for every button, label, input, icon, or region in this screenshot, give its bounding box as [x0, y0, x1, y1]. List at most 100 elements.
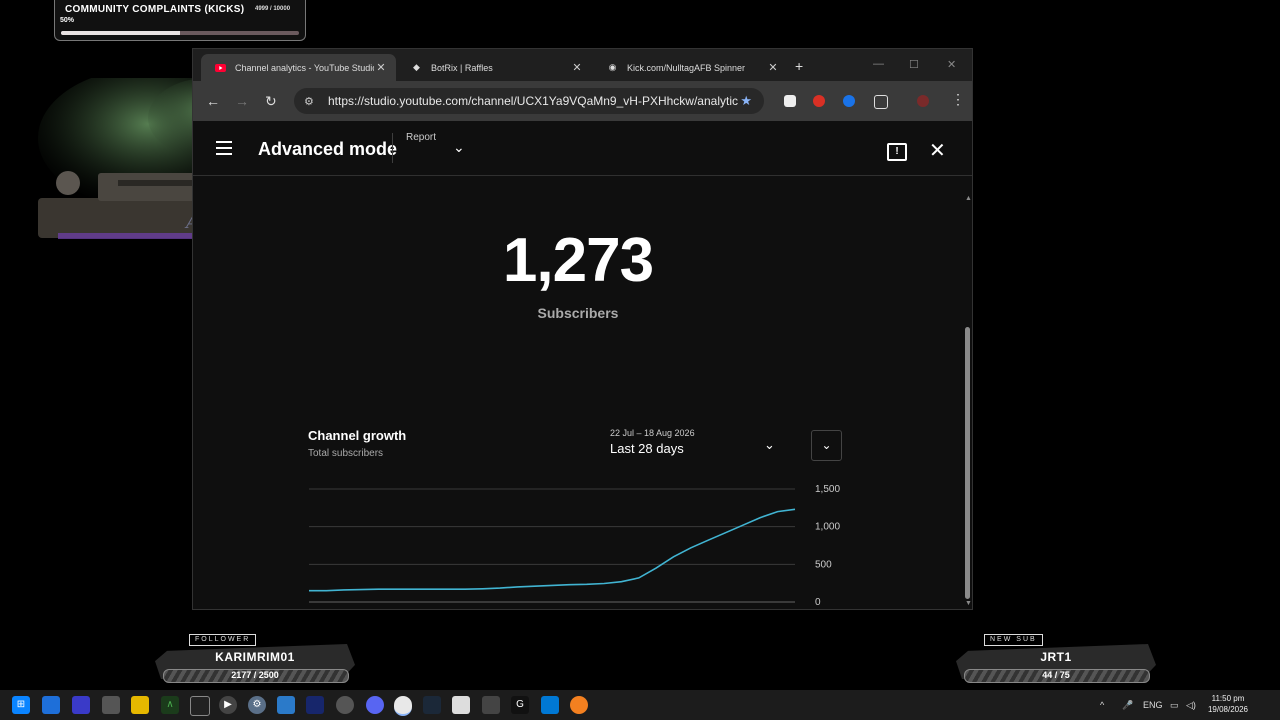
page-title: Advanced mode	[258, 139, 398, 159]
site-settings-icon[interactable]: ⚙	[304, 95, 318, 108]
vscode-icon[interactable]	[541, 696, 559, 714]
date-dropdown-chevron-icon[interactable]: ⌄	[764, 437, 775, 453]
audio-extension-icon[interactable]	[843, 95, 855, 107]
pen-icon[interactable]	[102, 696, 120, 714]
tab-title: Kick.com/NulltagAFB Spinner	[627, 62, 746, 73]
scrollbar-thumb[interactable]	[965, 327, 970, 599]
hamburger-menu-icon[interactable]	[216, 141, 232, 159]
taskbar-clock[interactable]: 11:50 pm 19/08/2026	[1204, 693, 1252, 715]
community-complaints-goal: COMMUNITY COMPLAINTS (KICKS) 4999 / 1000…	[54, 0, 306, 41]
forward-icon[interactable]: →	[235, 93, 249, 109]
maximize-icon[interactable]: ☐	[909, 58, 919, 71]
banner-tag: FOLLOWER	[189, 634, 257, 646]
goal-progress-fill	[61, 31, 180, 35]
bookmark-star-icon[interactable]: ★	[740, 93, 752, 109]
obs-icon[interactable]	[336, 696, 354, 714]
address-bar[interactable]: ⚙ https://studio.youtube.com/channel/UCX…	[294, 88, 764, 114]
banner-tag: NEW SUB	[984, 634, 1043, 646]
close-icon[interactable]: ✕	[929, 138, 946, 163]
growth-title: Channel growth	[308, 428, 407, 443]
profile-avatar[interactable]	[917, 95, 929, 107]
new-sub-banner: NEW SUB JRT1 44 / 75	[956, 634, 1156, 696]
y-tick-label: 1,000	[815, 522, 840, 533]
steam-icon[interactable]	[423, 696, 441, 714]
close-tab-icon[interactable]: ✕	[766, 61, 780, 74]
app-icon[interactable]	[72, 696, 90, 714]
botrix-icon: ◆	[413, 62, 420, 72]
outlook-icon[interactable]	[42, 696, 60, 714]
cube-app-icon[interactable]	[482, 696, 500, 714]
volume-icon[interactable]: ◁)	[1186, 700, 1196, 711]
url-text: https://studio.youtube.com/channel/UCX1Y…	[328, 94, 738, 108]
tray-chevron-icon[interactable]: ^	[1100, 700, 1104, 710]
windows-start-icon[interactable]: ⊞	[12, 696, 30, 714]
cloudflare-icon[interactable]	[570, 696, 588, 714]
clock-time: 11:50 pm	[1211, 694, 1245, 703]
network-icon[interactable]: ▭	[1170, 700, 1179, 711]
back-icon[interactable]: ←	[206, 93, 220, 109]
snipping-tool-icon[interactable]	[452, 696, 470, 714]
media-player-icon[interactable]: ▶	[219, 696, 237, 714]
follower-name: KARIMRIM01	[215, 650, 295, 664]
minimize-icon[interactable]: —	[873, 58, 884, 70]
goal-percent: 50%	[60, 17, 75, 24]
date-preset-selector[interactable]: Last 28 days	[610, 441, 684, 456]
scroll-down-arrow-icon[interactable]: ▼	[965, 600, 972, 607]
follower-count: 2177 / 2500	[231, 670, 279, 680]
channel-growth-chart: 1,5001,000500026 Jul 20261 Aug 20267 Aug…	[309, 484, 840, 607]
g-app-icon[interactable]: G	[511, 696, 529, 714]
discord-icon[interactable]	[366, 696, 384, 714]
language-indicator[interactable]: ENG	[1143, 700, 1163, 710]
ctrl-app-icon[interactable]	[190, 696, 210, 716]
close-window-icon[interactable]: ✕	[947, 58, 956, 71]
y-tick-label: 0	[815, 597, 821, 607]
tab-title: Channel analytics - YouTube Studio	[235, 62, 374, 73]
follower-banner: FOLLOWER KARIMRIM01 2177 / 2500	[155, 634, 355, 696]
tab-title: BotRix | Raffles	[431, 62, 493, 73]
growth-subtitle: Total subscribers	[308, 448, 384, 459]
subscriber-label: Subscribers	[537, 305, 619, 321]
y-tick-label: 500	[815, 559, 832, 570]
goal-progress-bar	[61, 31, 299, 35]
tab-youtube-studio[interactable]: Channel analytics - YouTube Studio ✕	[201, 54, 396, 81]
new-tab-button[interactable]: +	[795, 58, 803, 74]
header-divider	[392, 133, 393, 163]
goal-title: COMMUNITY COMPLAINTS (KICKS)	[65, 4, 245, 15]
close-tab-icon[interactable]: ✕	[374, 61, 388, 74]
youtube-icon	[215, 62, 226, 73]
chrome-icon[interactable]	[394, 696, 412, 716]
y-tick-label: 1,500	[815, 484, 840, 495]
series-line-total-subscribers[interactable]	[309, 508, 796, 592]
close-tab-icon[interactable]: ✕	[570, 61, 584, 74]
feedback-icon[interactable]: !	[887, 143, 907, 161]
subscriber-count: 1,273	[502, 226, 654, 295]
photos-icon[interactable]	[277, 696, 295, 714]
clock-date: 19/08/2026	[1207, 705, 1249, 714]
browser-window: Channel analytics - YouTube Studio ✕ ◆ B…	[192, 48, 973, 610]
scroll-up-arrow-icon[interactable]: ▲	[965, 195, 972, 202]
sub-count: 44 / 75	[1042, 670, 1070, 680]
extensions-puzzle-icon[interactable]	[874, 95, 888, 109]
goal-count: 4999 / 10000	[255, 6, 291, 12]
tab-kick-spinner[interactable]: ◉ Kick.com/NulltagAFB Spinner ✕	[593, 54, 788, 81]
game-launcher-icon[interactable]	[306, 696, 324, 714]
microphone-icon[interactable]: 🎤	[1122, 700, 1133, 711]
date-range-text: 22 Jul – 18 Aug 2026	[610, 428, 695, 438]
browser-menu-icon[interactable]: ⋮	[951, 91, 965, 108]
nvidia-icon[interactable]: ∧	[161, 696, 179, 714]
file-explorer-icon[interactable]	[131, 696, 149, 714]
navigation-bar: ← → ↻ ⚙ https://studio.youtube.com/chann…	[193, 81, 972, 121]
studio-header: Advanced mode Report ⌄ ! ✕	[193, 121, 972, 176]
sub-name: JRT1	[1040, 650, 1072, 664]
settings-gear-icon[interactable]: ⚙	[248, 696, 266, 714]
report-dropdown-chevron-icon[interactable]: ⌄	[453, 139, 465, 156]
tab-botrix-raffles[interactable]: ◆ BotRix | Raffles ✕	[397, 54, 592, 81]
tab-strip: Channel analytics - YouTube Studio ✕ ◆ B…	[193, 49, 972, 81]
kick-icon: ◉	[608, 62, 617, 72]
taskbar: ⊞ ∧ ▶ ⚙ G ^ 🎤 ENG ▭ ◁) 11:50 pm 19/08/20…	[0, 690, 1280, 720]
report-label: Report	[406, 132, 437, 143]
botrix-extension-icon[interactable]	[784, 95, 796, 107]
expand-chart-button[interactable]: ⌄	[811, 430, 842, 461]
reload-icon[interactable]: ↻	[265, 93, 277, 110]
shield-extension-icon[interactable]	[813, 95, 825, 107]
